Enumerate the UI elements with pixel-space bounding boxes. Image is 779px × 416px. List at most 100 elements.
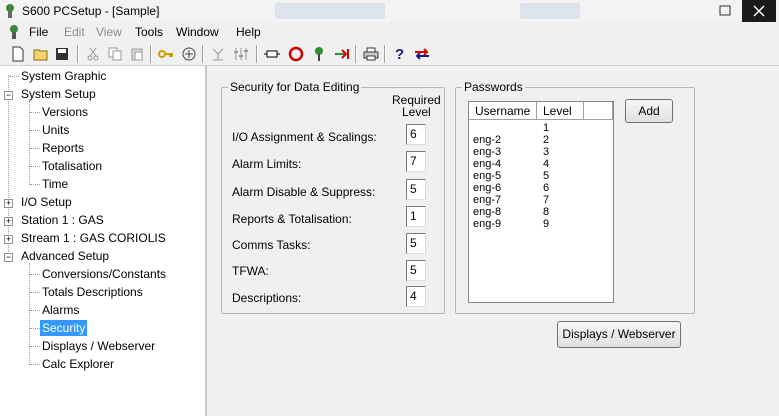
tree-item-label: Displays / Webserver	[42, 339, 156, 353]
tree-connector	[30, 310, 40, 311]
transfer-icon	[335, 49, 349, 59]
list-item[interactable]: eng-3 3	[473, 147, 613, 158]
collapse-toggle[interactable]: −	[4, 91, 13, 100]
tree-item-advanced-setup[interactable]: Advanced Setup	[21, 247, 109, 265]
stop-icon	[288, 46, 304, 62]
tree-item-totalisation[interactable]: Totalisation	[42, 157, 102, 175]
toolbar-separator	[384, 45, 386, 63]
reports-level-input[interactable]: 1	[406, 206, 426, 227]
tree-item-label: Conversions/Constants	[42, 267, 167, 281]
help-icon: ?	[395, 46, 404, 62]
tree-connector	[30, 184, 40, 185]
level-cell: 1	[543, 122, 550, 134]
tree-item-label: Security	[40, 320, 88, 336]
open-icon	[33, 49, 48, 61]
username-cell: eng-8	[473, 206, 502, 218]
descriptions-level-input[interactable]: 4	[406, 286, 426, 307]
comms-tasks-level-input[interactable]: 5	[406, 233, 426, 254]
tree-item-label: Advanced Setup	[21, 249, 110, 263]
tree-item-label: I/O Setup	[21, 195, 72, 209]
tree-item-station[interactable]: Station 1 : GAS	[21, 211, 104, 229]
paste-icon	[131, 48, 143, 61]
toolbar-separator	[202, 45, 204, 63]
open-button[interactable]	[32, 45, 50, 63]
tree-connector	[30, 112, 40, 113]
key-button[interactable]	[157, 45, 175, 63]
tree-item-security[interactable]: Security	[40, 319, 88, 337]
list-item[interactable]: eng-2 2	[473, 135, 613, 146]
tree-item-label: Calc Explorer	[42, 357, 115, 371]
list-item[interactable]: 1	[473, 123, 613, 134]
list-item[interactable]: eng-5 5	[473, 171, 613, 182]
displays-webserver-button[interactable]: Displays / Webserver	[557, 321, 681, 348]
blurred-tab	[275, 3, 385, 19]
expand-toggle[interactable]: +	[4, 235, 13, 244]
tree-item-reports[interactable]: Reports	[42, 139, 84, 157]
tree-item-alarms[interactable]: Alarms	[42, 301, 79, 319]
menu-tools[interactable]: Tools	[135, 25, 163, 39]
stop-button[interactable]	[287, 45, 305, 63]
menu-file[interactable]: File	[29, 25, 48, 39]
menu-view[interactable]: View	[96, 25, 122, 39]
maximize-button[interactable]	[708, 0, 742, 22]
menu-edit[interactable]: Edit	[64, 25, 85, 39]
paste-button[interactable]	[128, 45, 146, 63]
tree-item-versions[interactable]: Versions	[42, 103, 88, 121]
tree-item-label: Totals Descriptions	[42, 285, 143, 299]
print-button[interactable]	[362, 45, 380, 63]
alarm-limits-level-input[interactable]: 7	[406, 151, 426, 172]
collapse-toggle[interactable]: −	[4, 253, 13, 262]
level-cell: 4	[543, 158, 550, 170]
list-item[interactable]: eng-9 9	[473, 219, 613, 230]
menu-help[interactable]: Help	[236, 25, 261, 39]
cut-button[interactable]	[84, 45, 102, 63]
help-button[interactable]: ?	[391, 45, 409, 63]
add-user-button[interactable]: Add	[625, 99, 673, 123]
passwords-list[interactable]: Username Level 1 eng-2 2 eng-3 3 eng-4 4 en…	[468, 101, 614, 303]
tree-item-label: Stream 1 : GAS CORIOLIS	[21, 231, 166, 245]
new-button[interactable]	[9, 45, 27, 63]
toolbar: ?	[0, 42, 779, 66]
tree-item-calc-explorer[interactable]: Calc Explorer	[42, 355, 114, 373]
tree-item-conversions[interactable]: Conversions/Constants	[42, 265, 166, 283]
alarm-disable-level-input[interactable]: 5	[406, 179, 426, 200]
tfwa-level-input[interactable]: 5	[406, 260, 426, 281]
level-cell: 7	[543, 194, 550, 206]
close-icon	[753, 5, 765, 17]
tree-item-stream[interactable]: Stream 1 : GAS CORIOLIS	[21, 229, 166, 247]
tree-item-time[interactable]: Time	[42, 175, 68, 193]
unit-button[interactable]	[263, 45, 281, 63]
username-cell: eng-4	[473, 158, 502, 170]
io-assignment-level-input[interactable]: 6	[406, 124, 426, 145]
tree-button[interactable]	[310, 45, 328, 63]
level-cell: 2	[543, 134, 550, 146]
expand-toggle[interactable]: +	[4, 199, 13, 208]
sliders-button[interactable]	[232, 45, 250, 63]
tree-item-totals-descriptions[interactable]: Totals Descriptions	[42, 283, 143, 301]
list-item[interactable]: eng-7 7	[473, 195, 613, 206]
list-item[interactable]: eng-6 6	[473, 183, 613, 194]
tree-item-io-setup[interactable]: I/O Setup	[21, 193, 72, 211]
connect-button[interactable]	[180, 45, 198, 63]
swap-button[interactable]	[413, 45, 431, 63]
list-item[interactable]: eng-8 8	[473, 207, 613, 218]
title-bar: S600 PCSetup - [Sample]	[0, 0, 779, 22]
tree-item-system-graphic[interactable]: System Graphic	[21, 67, 106, 85]
list-item[interactable]: eng-4 4	[473, 159, 613, 170]
document-menu-icon[interactable]	[6, 24, 22, 40]
expand-toggle[interactable]: +	[4, 217, 13, 226]
column-header-level[interactable]: Level	[537, 102, 584, 120]
tree-item-displays-webserver[interactable]: Displays / Webserver	[42, 337, 155, 355]
column-header-username[interactable]: Username	[469, 102, 537, 120]
username-cell: eng-9	[473, 218, 502, 230]
network-button[interactable]	[209, 45, 227, 63]
toolbar-separator	[355, 45, 357, 63]
tree-item-system-setup[interactable]: System Setup	[21, 85, 96, 103]
tree-item-units[interactable]: Units	[42, 121, 69, 139]
swap-arrows-icon	[415, 48, 429, 60]
save-button[interactable]	[53, 45, 71, 63]
transfer-button[interactable]	[333, 45, 351, 63]
close-button[interactable]	[742, 0, 776, 22]
menu-window[interactable]: Window	[176, 25, 219, 39]
copy-button[interactable]	[106, 45, 124, 63]
